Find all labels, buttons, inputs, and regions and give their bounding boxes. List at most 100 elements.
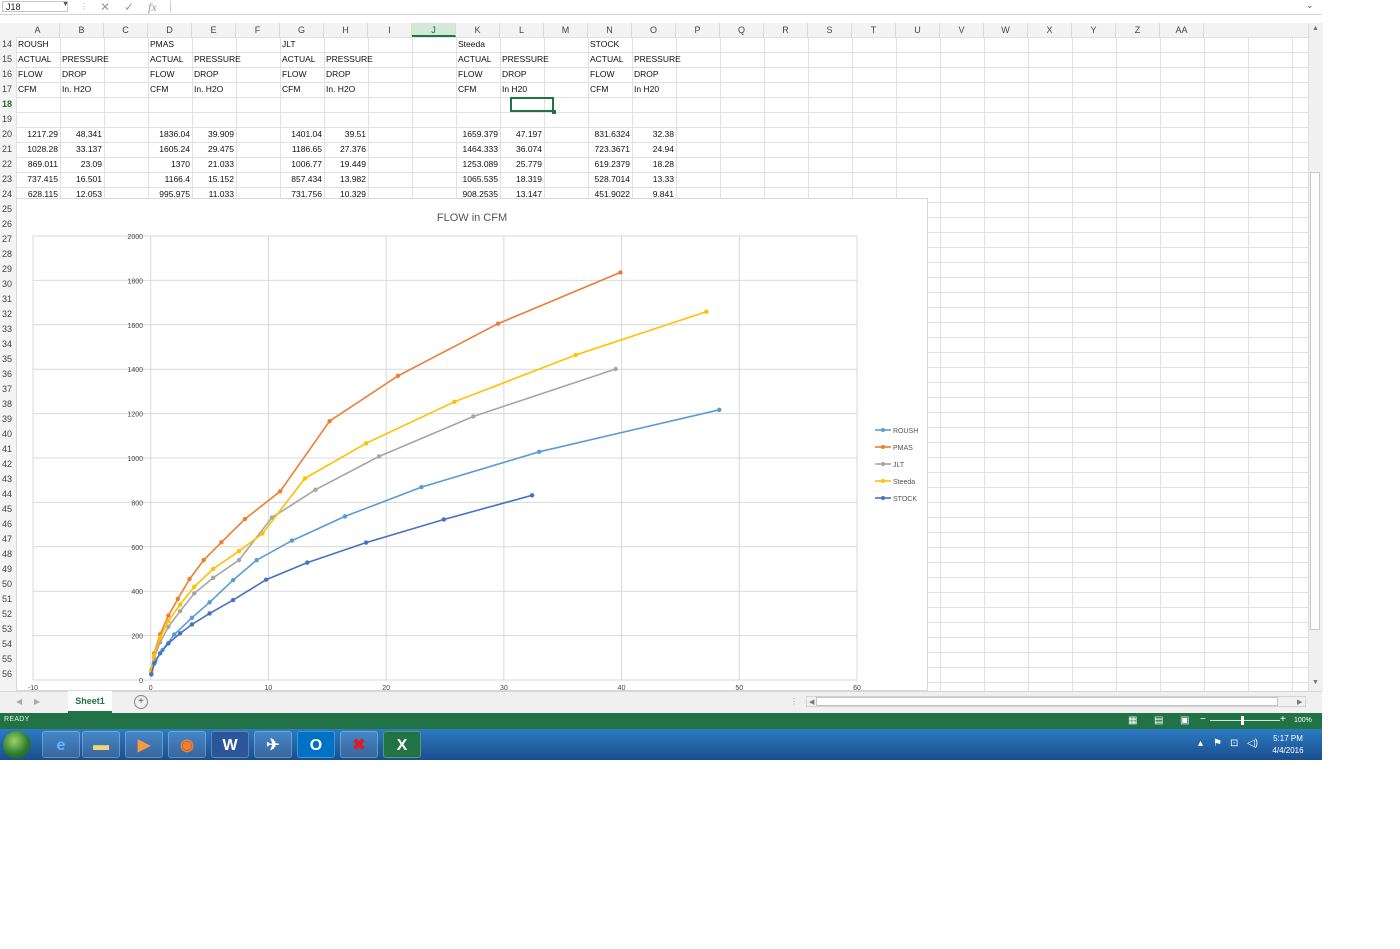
row-header-49[interactable]: 49 [0, 562, 16, 577]
row-header-20[interactable]: 20 [0, 127, 16, 142]
cell-k14[interactable]: Steeda [458, 37, 498, 52]
outlook-icon[interactable]: O [297, 731, 335, 758]
cell-l17[interactable]: In H20 [502, 82, 542, 97]
scroll-right-icon[interactable]: ▶ [1297, 698, 1302, 706]
folder-icon[interactable]: ▬ [82, 731, 120, 758]
fill-handle[interactable] [552, 110, 556, 114]
series-jlt[interactable] [149, 366, 618, 675]
data-point[interactable] [236, 557, 242, 563]
row-header-35[interactable]: 35 [0, 352, 16, 367]
cell-d14[interactable]: PMAS [150, 37, 190, 52]
cell-o16[interactable]: DROP [634, 67, 674, 82]
cell-a14[interactable]: ROUSH [18, 37, 58, 52]
cell-d23[interactable]: 1166.4 [150, 172, 190, 187]
start-button[interactable] [3, 731, 31, 759]
row-header-14[interactable]: 14 [0, 37, 16, 52]
data-point[interactable] [254, 557, 259, 563]
ie-icon[interactable]: e [42, 731, 80, 758]
data-point[interactable] [573, 352, 578, 358]
cell-k22[interactable]: 1253.089 [458, 157, 498, 172]
row-header-39[interactable]: 39 [0, 412, 16, 427]
cell-k23[interactable]: 1065.535 [458, 172, 498, 187]
cell-b22[interactable]: 23.09 [62, 157, 102, 172]
scroll-left-icon[interactable]: ◀ [809, 698, 814, 706]
cancel-icon[interactable]: ✕ [100, 0, 110, 14]
column-header-m[interactable]: M [544, 23, 588, 37]
row-header-30[interactable]: 30 [0, 277, 16, 292]
data-point[interactable] [149, 672, 154, 677]
data-point[interactable] [242, 516, 248, 522]
cell-g20[interactable]: 1401.04 [282, 127, 322, 142]
data-point[interactable] [452, 399, 457, 405]
data-point[interactable] [305, 560, 310, 565]
data-point[interactable] [441, 517, 447, 522]
row-header-31[interactable]: 31 [0, 292, 16, 307]
cell-h21[interactable]: 27.376 [326, 142, 366, 157]
cell-l20[interactable]: 47.197 [502, 127, 542, 142]
cell-o20[interactable]: 32.38 [634, 127, 674, 142]
data-point[interactable] [529, 493, 535, 498]
cell-a22[interactable]: 869.011 [18, 157, 58, 172]
row-header-41[interactable]: 41 [0, 442, 16, 457]
data-point[interactable] [495, 321, 501, 326]
cell-e20[interactable]: 39.909 [194, 127, 234, 142]
cell-h17[interactable]: In. H2O [326, 82, 366, 97]
data-point[interactable] [704, 309, 709, 314]
column-header-l[interactable]: L [500, 23, 544, 37]
split-handle-icon[interactable]: ⋮ [790, 697, 798, 706]
cell-g17[interactable]: CFM [282, 82, 322, 97]
scroll-down-icon[interactable]: ▼ [1312, 679, 1319, 686]
row-header-16[interactable]: 16 [0, 67, 16, 82]
cell-k15[interactable]: ACTUAL [458, 52, 498, 67]
cell-b15[interactable]: PRESSURE [62, 52, 109, 67]
row-header-38[interactable]: 38 [0, 397, 16, 412]
data-point[interactable] [419, 484, 424, 490]
data-point[interactable] [187, 576, 192, 582]
series-stock[interactable] [149, 493, 535, 677]
column-header-j[interactable]: J [412, 23, 456, 37]
data-point[interactable] [363, 441, 369, 446]
cell-o23[interactable]: 13.33 [634, 172, 674, 187]
cell-o21[interactable]: 24.94 [634, 142, 674, 157]
zoom-out-icon[interactable]: − [1200, 714, 1206, 725]
normal-view-icon[interactable]: ▦ [1128, 715, 1137, 726]
cell-e15[interactable]: PRESSURE [194, 52, 241, 67]
column-header-d[interactable]: D [148, 23, 192, 37]
cell-g14[interactable]: JLT [282, 37, 322, 52]
data-point[interactable] [189, 615, 195, 621]
zoom-slider-knob[interactable] [1241, 716, 1244, 725]
data-point[interactable] [363, 540, 369, 545]
data-point[interactable] [192, 584, 197, 589]
cell-e17[interactable]: In. H2O [194, 82, 234, 97]
cell-h22[interactable]: 19.449 [326, 157, 366, 172]
data-point[interactable] [177, 602, 183, 607]
column-header-y[interactable]: Y [1072, 23, 1116, 37]
tray-arrow-icon[interactable]: ▴ [1198, 738, 1203, 749]
firefox-icon[interactable]: ◉ [168, 731, 206, 758]
cell-e22[interactable]: 21.033 [194, 157, 234, 172]
store-icon[interactable]: ✈ [254, 731, 292, 758]
row-header-40[interactable]: 40 [0, 427, 16, 442]
cell-d16[interactable]: FLOW [150, 67, 190, 82]
data-point[interactable] [201, 557, 206, 563]
volume-icon[interactable]: ◁) [1247, 738, 1258, 749]
cell-n14[interactable]: STOCK [590, 37, 630, 52]
tab-sheet1[interactable]: Sheet1 [68, 691, 112, 713]
cell-a23[interactable]: 737.415 [18, 172, 58, 187]
selected-cell[interactable] [510, 97, 554, 112]
row-header-44[interactable]: 44 [0, 487, 16, 502]
chart[interactable]: FLOW in CFM 0 200 400 600 800 1000 1200 1400 1600… [16, 198, 928, 692]
row-header-48[interactable]: 48 [0, 547, 16, 562]
row-header-18[interactable]: 18 [0, 97, 16, 112]
media-icon[interactable]: ▶ [125, 731, 163, 758]
row-header-54[interactable]: 54 [0, 637, 16, 652]
data-point[interactable] [471, 414, 476, 419]
row-header-52[interactable]: 52 [0, 607, 16, 622]
cell-e16[interactable]: DROP [194, 67, 234, 82]
row-header-28[interactable]: 28 [0, 247, 16, 262]
cell-b17[interactable]: In. H2O [62, 82, 102, 97]
tab-next-icon[interactable]: ▶ [34, 697, 40, 706]
excel-icon[interactable]: X [383, 731, 421, 758]
column-header-u[interactable]: U [896, 23, 940, 37]
zoom-in-icon[interactable]: + [1280, 714, 1286, 725]
